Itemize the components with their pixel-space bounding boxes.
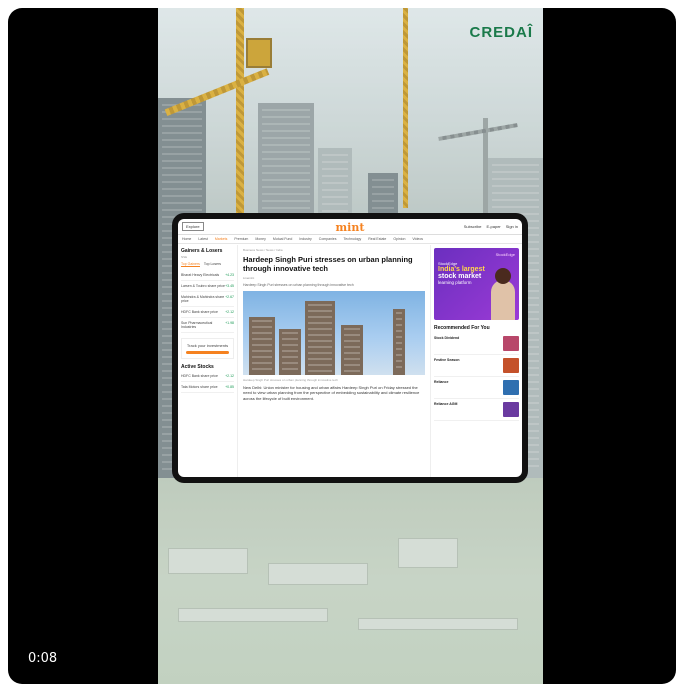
gainers-title: Gainers & Losers bbox=[181, 248, 223, 254]
nav-item: Money bbox=[255, 237, 266, 241]
article-photo bbox=[243, 290, 425, 375]
nav-item: Videos bbox=[412, 237, 424, 241]
recommended-thumbnail bbox=[503, 358, 519, 373]
recommended-thumbnail bbox=[503, 402, 519, 417]
stock-row: Tata Motors share price +0.85 bbox=[181, 382, 234, 393]
track-label: Track your investments bbox=[186, 343, 229, 348]
recommended-title: Recommended For You bbox=[434, 325, 490, 331]
nav-item: Home bbox=[182, 237, 192, 241]
nav-item: Mutual Fund bbox=[272, 237, 293, 241]
nav-item: Industry bbox=[299, 237, 312, 241]
nav-item: Companies bbox=[318, 237, 337, 241]
article-text: New Delhi: Union minister for housing an… bbox=[243, 384, 420, 402]
recommended-item: Reliance bbox=[434, 377, 519, 399]
recommended-thumbnail bbox=[503, 336, 519, 351]
signin-link: Sign in bbox=[505, 224, 518, 229]
credai-logo: CREDAÎ bbox=[469, 24, 533, 41]
nav-item: Technology bbox=[343, 237, 362, 241]
recommended-item: Festive Season bbox=[434, 355, 519, 377]
nav-item: Premium bbox=[234, 237, 249, 241]
nav-item: Latest bbox=[198, 237, 208, 241]
sidebar-right: StockEdge StockEdge India's largest stoc… bbox=[430, 245, 522, 477]
breadcrumb: Business News / News / India bbox=[243, 248, 283, 252]
ad-person-image bbox=[491, 268, 515, 320]
gainers-panel: Gainers & Losers NSE Top Gainers Top Los… bbox=[178, 245, 238, 477]
stockedge-ad: StockEdge StockEdge India's largest stoc… bbox=[434, 248, 519, 320]
active-stocks-title: Active Stocks bbox=[181, 364, 214, 370]
track-investments-card: Track your investments bbox=[181, 338, 234, 359]
stock-row: HDFC Bank share price +2.12 bbox=[181, 307, 234, 318]
stock-row: Mahindra & Mahindra share price +2.67 bbox=[181, 292, 234, 307]
video-frame[interactable]: CREDAÎ Explore mint Subscribe E-paper Si… bbox=[158, 8, 543, 684]
article-body: Business News / News / India Hardeep Sin… bbox=[238, 245, 430, 477]
stock-row: Sun Pharmaceutical Industries +1.98 bbox=[181, 318, 234, 333]
video-timestamp: 0:08 bbox=[28, 651, 58, 666]
tablet-mockup: Explore mint Subscribe E-paper Sign in H… bbox=[172, 213, 528, 483]
stock-row: Larsen & Toubro share price +3.45 bbox=[181, 281, 234, 292]
photo-caption: Hardeep Singh Puri stresses on urban pla… bbox=[243, 377, 338, 382]
recommended-item: Reliance AGM bbox=[434, 399, 519, 421]
epaper-link: E-paper bbox=[486, 224, 501, 229]
nav-item: Markets bbox=[214, 237, 228, 241]
stock-row: Bharat Heavy Electricals +4.23 bbox=[181, 270, 234, 281]
recommended-thumbnail bbox=[503, 380, 519, 395]
tab-top-gainers: Top Gainers bbox=[181, 262, 200, 267]
recommended-item: Stock Dividend bbox=[434, 333, 519, 355]
video-player[interactable]: CREDAÎ Explore mint Subscribe E-paper Si… bbox=[8, 8, 676, 684]
site-nav: Home Latest Markets Premium Money Mutual Fund… bbox=[178, 235, 522, 244]
nav-item: Real Estate bbox=[368, 237, 387, 241]
nav-item: Opinion bbox=[393, 237, 406, 241]
article-meta: Livemint bbox=[243, 275, 255, 280]
article-screen: Explore mint Subscribe E-paper Sign in H… bbox=[178, 219, 522, 477]
site-topbar: Explore mint Subscribe E-paper Sign in bbox=[178, 219, 522, 235]
explore-button: Explore bbox=[182, 222, 204, 231]
article-summary: Hardeep Singh Puri stresses on urban pla… bbox=[243, 282, 354, 287]
article-headline: Hardeep Singh Puri stresses on urban pla… bbox=[243, 255, 413, 274]
subscribe-link: Subscribe bbox=[463, 224, 482, 229]
tab-top-losers: Top Losers bbox=[203, 262, 221, 266]
stock-row: HDFC Bank share price +2.12 bbox=[181, 371, 234, 382]
gainers-subtitle: NSE bbox=[181, 255, 188, 259]
site-logo: mint bbox=[335, 221, 365, 234]
